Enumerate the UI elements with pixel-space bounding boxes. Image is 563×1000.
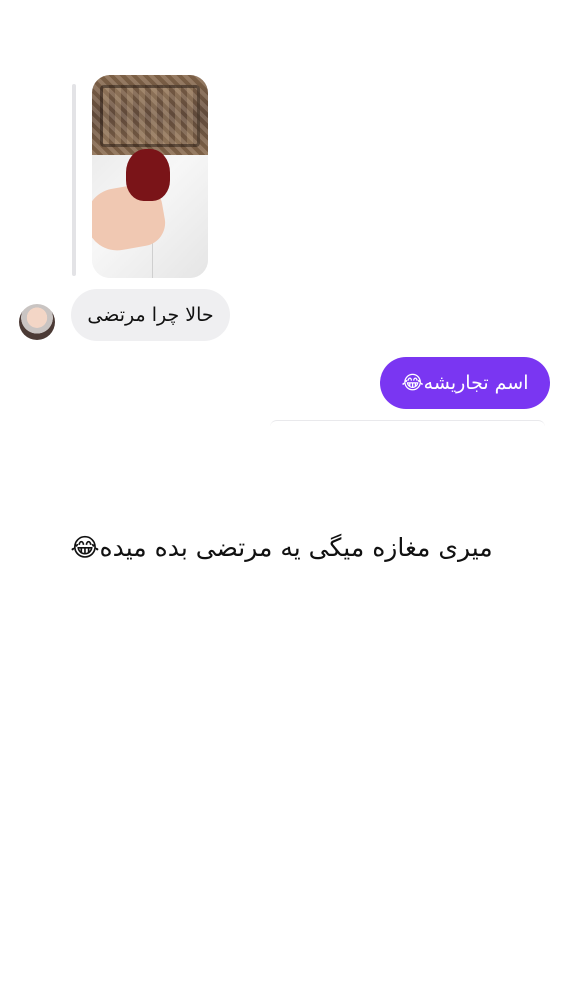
incoming-message-bubble[interactable]: حالا چرا مرتضی [71, 289, 230, 341]
outgoing-message-text: اسم تجاریشه😂 [401, 372, 529, 394]
outgoing-message-bubble[interactable]: اسم تجاریشه😂 [380, 357, 550, 409]
photo-rug-area [92, 75, 208, 155]
photo-message[interactable] [92, 75, 208, 278]
avatar[interactable] [19, 304, 55, 340]
overlay-caption: میری مغازه میگی یه مرتضی بده میده😂 [70, 533, 493, 562]
incoming-message-text: حالا چرا مرتضی [87, 304, 214, 326]
cropped-message-edge [270, 420, 545, 427]
photo-red-toy [126, 149, 170, 201]
reply-indicator-line [72, 84, 76, 276]
chat-thread: حالا چرا مرتضی اسم تجاریشه😂 [0, 0, 563, 430]
